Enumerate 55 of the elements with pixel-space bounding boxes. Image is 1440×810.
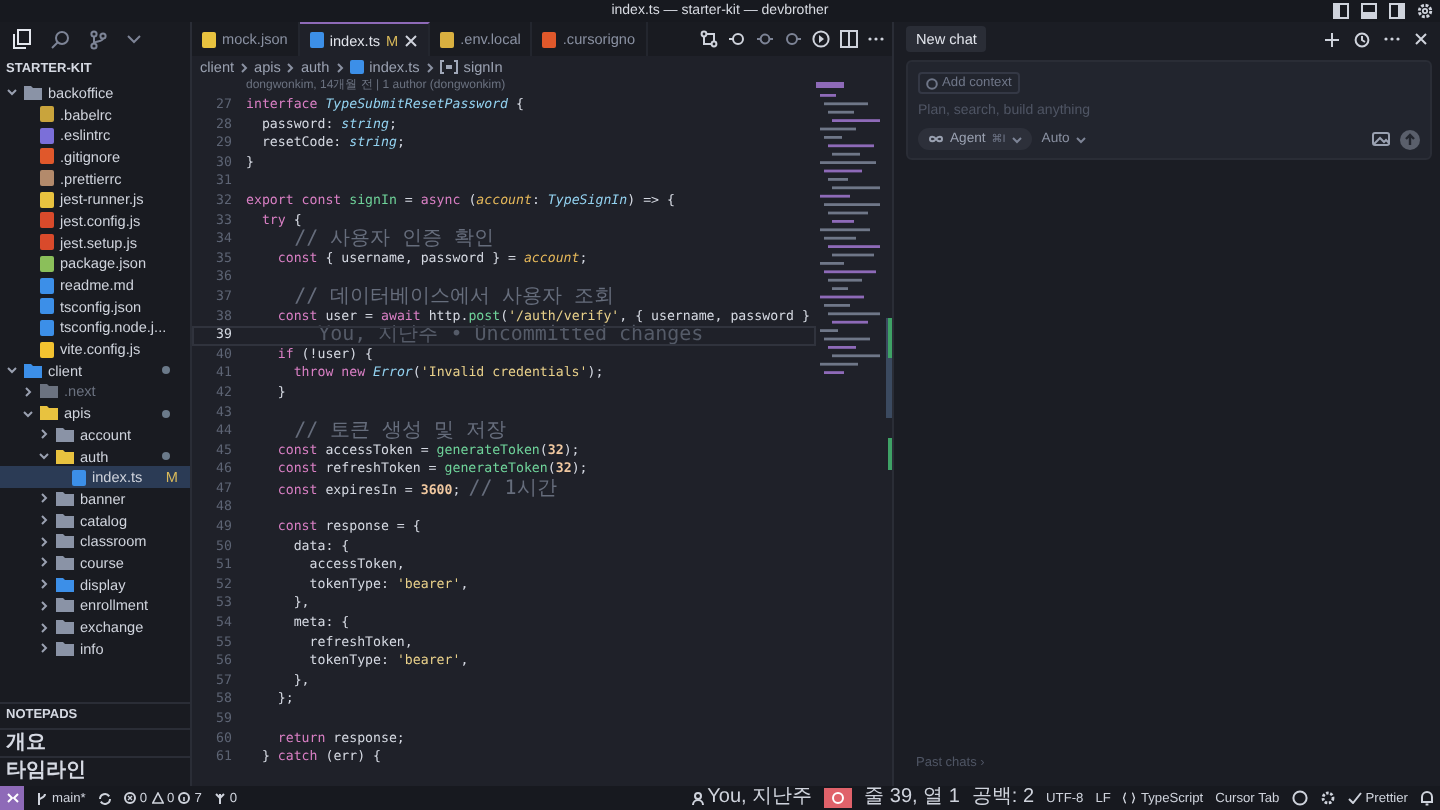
info-icon (178, 792, 191, 804)
diff-icon[interactable] (700, 30, 718, 48)
warning-icon (151, 792, 164, 804)
sidebar-toggle-icon[interactable] (1332, 2, 1350, 20)
image-icon[interactable] (1372, 132, 1390, 146)
person-icon (691, 791, 704, 805)
search-icon[interactable] (50, 29, 70, 49)
close-icon[interactable] (404, 33, 419, 47)
panel-header[interactable]: 개요 (0, 728, 190, 756)
error-icon (123, 792, 136, 804)
more-icon[interactable] (868, 36, 884, 42)
code-line: // 토큰 생성 및 저장 (292, 422, 507, 442)
check-icon (1347, 792, 1362, 804)
run-icon[interactable] (812, 30, 830, 48)
panel-toggle-icon[interactable] (1360, 2, 1378, 20)
circle-dot-icon[interactable] (784, 30, 802, 48)
source-control-icon[interactable] (88, 29, 108, 49)
code-line: // 데이터베이스에서 사용자 조회 (292, 287, 615, 308)
chevron-right-icon (286, 61, 295, 73)
file-icon (349, 60, 364, 74)
braces-icon (1122, 792, 1137, 804)
settings-icon[interactable] (1416, 2, 1434, 20)
panel-header[interactable]: 타임라인 (0, 756, 190, 784)
chevron-right-icon (425, 61, 434, 73)
symbol-icon (439, 60, 458, 74)
gear-icon[interactable] (1319, 790, 1336, 806)
branch-icon (36, 791, 48, 805)
alert-icon[interactable] (824, 788, 853, 808)
history-icon[interactable] (1354, 31, 1370, 47)
circle-dot-icon[interactable] (756, 30, 774, 48)
git-change-marker (888, 438, 892, 470)
send-button-icon[interactable] (1400, 129, 1420, 149)
bell-icon[interactable] (1420, 790, 1434, 806)
remote-icon (5, 792, 19, 804)
chevron-down-icon (1075, 135, 1086, 143)
cursor-position[interactable]: 줄 39, 열 1 (864, 786, 960, 810)
chevron-right-icon (335, 61, 344, 73)
history-icon[interactable] (728, 30, 746, 48)
git-change-marker (888, 318, 892, 358)
more-icon[interactable] (1384, 36, 1400, 42)
blame-indicator[interactable]: You, 지난주 (691, 786, 813, 810)
explorer-icon[interactable] (12, 28, 32, 50)
close-icon[interactable] (1414, 32, 1428, 46)
chevron-down-icon[interactable] (126, 33, 142, 45)
indentation-indicator[interactable]: 공백: 2 (971, 786, 1035, 810)
sidebar-toggle-icon[interactable] (1388, 2, 1406, 20)
code-line: // 사용자 인증 확인 (292, 230, 495, 250)
infinity-icon (928, 134, 944, 144)
chevron-right-icon (240, 61, 249, 73)
sync-icon[interactable] (97, 791, 112, 805)
plus-icon[interactable] (1324, 31, 1340, 47)
chevron-down-icon (1011, 135, 1022, 143)
remote-indicator[interactable] (0, 786, 24, 810)
split-editor-icon[interactable] (840, 30, 858, 48)
antenna-icon (213, 792, 226, 804)
